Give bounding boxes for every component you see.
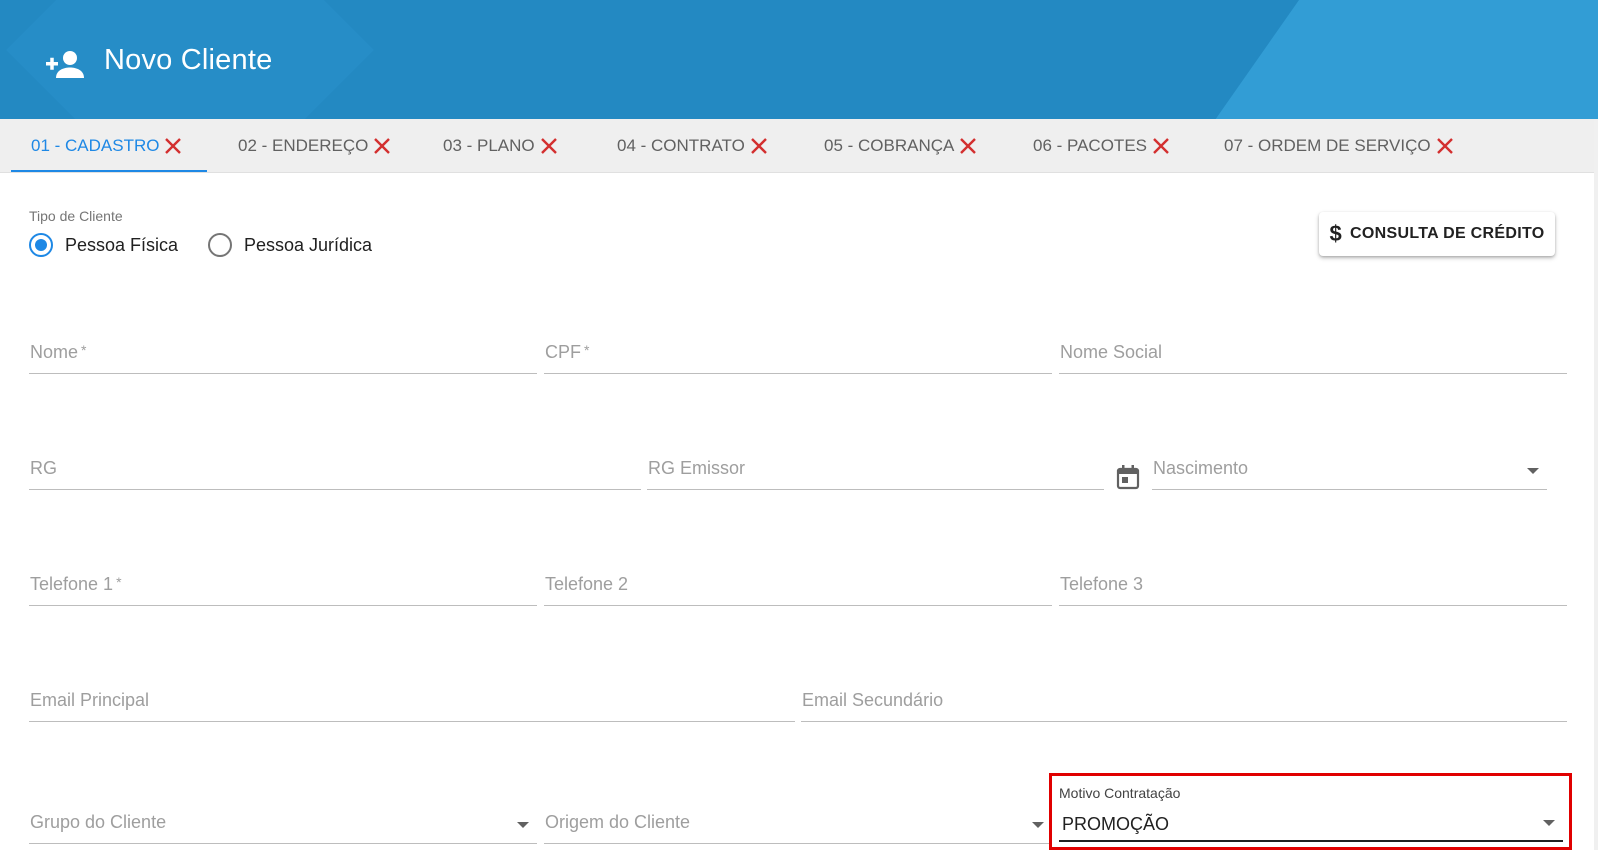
nome-social-field[interactable]: Nome Social	[1059, 338, 1567, 374]
tab-label: 01 - CADASTRO	[31, 136, 160, 155]
nome-label: Nome	[30, 342, 79, 362]
grupo-cliente-select[interactable]: Grupo do Cliente	[29, 808, 537, 844]
required-mark: *	[81, 342, 87, 358]
close-icon[interactable]	[164, 137, 182, 155]
cpf-label: CPF	[545, 342, 581, 362]
radio-unchecked-icon[interactable]	[208, 233, 232, 257]
email-principal-field[interactable]: Email Principal	[29, 686, 795, 722]
header-decoration	[1172, 0, 1598, 119]
tipo-cliente-label: Tipo de Cliente	[29, 208, 123, 224]
person-add-icon	[46, 51, 84, 78]
cpf-field[interactable]: CPF *	[544, 338, 1052, 374]
required-mark: *	[116, 574, 122, 590]
motivo-contratacao-value: PROMOÇÃO	[1062, 814, 1170, 834]
page-header: Novo Cliente	[0, 0, 1598, 119]
close-icon[interactable]	[1436, 137, 1454, 155]
dollar-icon: $	[1329, 221, 1343, 246]
rg-label: RG	[30, 458, 57, 478]
tab-plano[interactable]: 03 - PLANO	[443, 119, 558, 173]
close-icon[interactable]	[373, 137, 391, 155]
close-icon[interactable]	[750, 137, 768, 155]
telefone1-field[interactable]: Telefone 1 *	[29, 570, 537, 606]
rg-emissor-label: RG Emissor	[648, 458, 746, 478]
email-secundario-field[interactable]: Email Secundário	[801, 686, 1567, 722]
tab-contrato[interactable]: 04 - CONTRATO	[617, 119, 768, 173]
dropdown-arrow-icon[interactable]	[1543, 820, 1555, 826]
dropdown-arrow-icon[interactable]	[517, 822, 529, 828]
radio-pessoa-juridica[interactable]: Pessoa Jurídica	[208, 232, 372, 258]
email-secundario-label: Email Secundário	[802, 690, 944, 710]
telefone1-label: Telefone 1	[30, 574, 114, 594]
origem-cliente-label: Origem do Cliente	[545, 812, 691, 832]
origem-cliente-select[interactable]: Origem do Cliente	[544, 808, 1052, 844]
nascimento-field[interactable]: Nascimento	[1152, 454, 1547, 490]
telefone2-label: Telefone 2	[545, 574, 629, 594]
tab-ordem-de-servico[interactable]: 07 - ORDEM DE SERVIÇO	[1224, 119, 1454, 173]
radio-pessoa-fisica[interactable]: Pessoa Física	[29, 232, 178, 258]
nome-field[interactable]: Nome *	[29, 338, 537, 374]
close-icon[interactable]	[959, 137, 977, 155]
tab-cadastro[interactable]: 01 - CADASTRO	[31, 119, 182, 173]
tab-cobranca[interactable]: 05 - COBRANÇA	[824, 119, 977, 173]
telefone3-label: Telefone 3	[1060, 574, 1144, 594]
tab-pacotes[interactable]: 06 - PACOTES	[1033, 119, 1170, 173]
calendar-icon[interactable]	[1116, 464, 1140, 490]
page: Novo Cliente 01 - CADASTRO 02 - ENDEREÇO…	[0, 0, 1598, 850]
dropdown-arrow-icon[interactable]	[1527, 468, 1539, 474]
tab-label: 02 - ENDEREÇO	[238, 136, 369, 155]
button-label: CONSULTA DE CRÉDITO	[1350, 225, 1545, 242]
tab-label: 03 - PLANO	[443, 136, 535, 155]
page-title: Novo Cliente	[104, 44, 273, 76]
telefone3-field[interactable]: Telefone 3	[1059, 570, 1567, 606]
tab-label: 06 - PACOTES	[1033, 136, 1147, 155]
radio-label: Pessoa Física	[65, 234, 179, 255]
rg-field[interactable]: RG	[29, 454, 641, 490]
consulta-credito-button[interactable]: $ CONSULTA DE CRÉDITO	[1319, 212, 1555, 256]
radio-label: Pessoa Jurídica	[244, 234, 373, 255]
radio-checked-icon[interactable]	[29, 233, 53, 257]
wizard-tabs: 01 - CADASTRO 02 - ENDEREÇO 03 - PLANO 0…	[0, 119, 1598, 173]
required-mark: *	[584, 342, 590, 358]
dropdown-arrow-icon[interactable]	[1032, 822, 1044, 828]
close-icon[interactable]	[1152, 137, 1170, 155]
grupo-cliente-label: Grupo do Cliente	[30, 812, 167, 832]
nome-social-label: Nome Social	[1060, 342, 1163, 362]
email-principal-label: Email Principal	[30, 690, 150, 710]
nascimento-label: Nascimento	[1153, 458, 1249, 478]
motivo-contratacao-label: Motivo Contratação	[1059, 785, 1181, 801]
motivo-contratacao-select[interactable]: PROMOÇÃO	[1059, 806, 1563, 842]
active-tab-indicator	[11, 170, 207, 172]
tab-label: 04 - CONTRATO	[617, 136, 745, 155]
tab-endereco[interactable]: 02 - ENDEREÇO	[238, 119, 391, 173]
tab-label: 05 - COBRANÇA	[824, 136, 955, 155]
close-icon[interactable]	[540, 137, 558, 155]
scrollbar-track[interactable]	[1594, 119, 1598, 850]
telefone2-field[interactable]: Telefone 2	[544, 570, 1052, 606]
rg-emissor-field[interactable]: RG Emissor	[647, 454, 1104, 490]
tab-label: 07 - ORDEM DE SERVIÇO	[1224, 136, 1431, 155]
